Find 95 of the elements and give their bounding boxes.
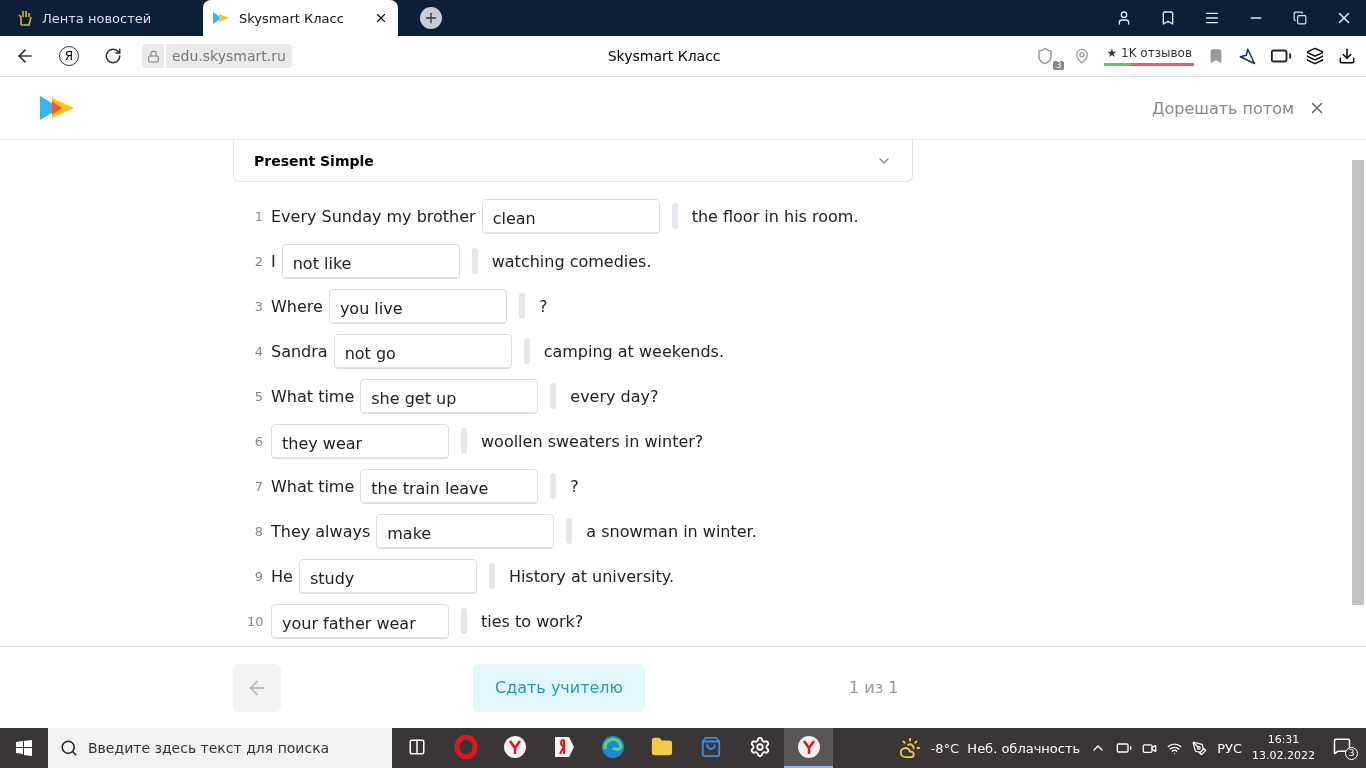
wifi-icon[interactable] (1167, 740, 1183, 756)
browser-tab[interactable]: Лента новостей (8, 0, 203, 36)
search-icon (60, 739, 78, 757)
answer-field[interactable]: your father wear (271, 603, 449, 639)
sentence-text: I (271, 251, 276, 271)
browser-tab[interactable]: Skysmart Класс (203, 0, 398, 36)
tag-logo-icon (552, 735, 575, 759)
answer-field[interactable]: you live (328, 288, 507, 324)
sentence-text: What time (271, 476, 355, 496)
shield-count: 3 (1053, 61, 1065, 70)
answer-field[interactable]: not go (333, 333, 512, 369)
row-number: 3 (253, 298, 263, 314)
play-logo-icon (40, 96, 74, 120)
browser-logo-icon (796, 735, 821, 759)
tab-title: Лента новостей (42, 10, 153, 26)
drag-handle[interactable] (471, 248, 478, 274)
sentence-text: ? (538, 296, 548, 316)
sentence-text: Every Sunday my brother (271, 206, 476, 226)
sentence-text: Where (271, 296, 323, 316)
folder-icon (650, 736, 673, 758)
drag-handle[interactable] (671, 203, 678, 229)
weather-icon[interactable] (898, 737, 921, 759)
plus-icon (423, 10, 439, 26)
scrollbar[interactable] (1352, 160, 1364, 605)
drag-handle[interactable] (488, 563, 495, 589)
page-counter: 1 из 1 (849, 678, 899, 697)
answer-field[interactable]: study (298, 558, 477, 594)
finish-later-link[interactable]: Дорешать потом (1152, 98, 1294, 118)
reviews-button[interactable]: ★ 1K отзывов (1104, 46, 1194, 66)
task-header[interactable]: Present Simple (233, 140, 913, 182)
sentence-text: They always (271, 521, 371, 541)
layers-icon[interactable] (1306, 47, 1324, 65)
sentence-text: woollen sweaters in winter? (481, 431, 704, 451)
row-number: 1 (253, 208, 263, 224)
battery-icon[interactable] (1116, 740, 1133, 756)
answer-field[interactable]: not like (281, 243, 460, 279)
language-indicator[interactable]: РУС (1217, 740, 1242, 756)
drag-handle[interactable] (550, 473, 557, 499)
play-logo-icon (213, 12, 229, 24)
new-tab-button[interactable] (420, 7, 442, 29)
sentence-text: every day? (570, 386, 659, 406)
search-field[interactable]: Введите здесь текст для поиска (48, 728, 392, 768)
date-text: 13.02.2022 (1252, 748, 1315, 764)
ring-logo-icon (453, 735, 478, 759)
row-number: 6 (253, 433, 263, 449)
row-number: 8 (253, 523, 263, 539)
answer-field[interactable]: make (376, 513, 555, 549)
download-icon[interactable] (1338, 47, 1356, 65)
drag-handle[interactable] (566, 518, 573, 544)
wave-circle-icon (600, 735, 625, 759)
sentence-text: History at university. (508, 566, 674, 586)
bookmark-icon[interactable] (1208, 48, 1224, 64)
time-text: 16:31 (1267, 732, 1300, 748)
sentence-text: the floor in his room. (691, 206, 859, 226)
drag-handle[interactable] (523, 338, 530, 364)
pen-icon[interactable] (1192, 740, 1208, 756)
answer-field[interactable]: the train leave (360, 468, 539, 504)
tab-title: Skysmart Класс (239, 10, 345, 26)
sentence-text: a snowman in winter. (586, 521, 757, 541)
address-field[interactable]: edu.skysmart.ru (166, 44, 292, 68)
clock[interactable]: 16:31 13.02.2022 (1252, 732, 1315, 764)
sentence-text: What time (271, 386, 355, 406)
row-number: 5 (253, 388, 263, 404)
weather-text[interactable]: -8°C Неб. облачность (930, 740, 1081, 756)
hand-icon (18, 10, 32, 26)
row-number: 4 (253, 343, 263, 359)
page-title: Skysmart Класс (606, 48, 722, 64)
sentence-text: He (271, 566, 293, 586)
drag-handle[interactable] (461, 428, 467, 454)
answer-field[interactable]: she get up (360, 378, 539, 414)
row-number: 10 (247, 613, 263, 629)
sentence-text: Sandra (271, 341, 328, 361)
sentence-text: watching comedies. (491, 251, 652, 271)
drag-handle[interactable] (461, 608, 467, 634)
cursor-icon[interactable] (1238, 47, 1256, 65)
row-number: 9 (253, 568, 263, 584)
answer-field[interactable]: they wear (271, 423, 449, 459)
drag-handle[interactable] (518, 293, 525, 319)
lock-icon[interactable] (142, 44, 164, 68)
taskbar-app[interactable] (784, 728, 833, 768)
browser-logo-icon (502, 735, 527, 759)
bag-icon (699, 736, 722, 758)
row-number: 2 (253, 253, 263, 269)
task-title: Present Simple (254, 152, 375, 169)
task-view-icon (407, 738, 426, 756)
close-icon[interactable] (374, 11, 388, 25)
sentence-text: camping at weekends. (543, 341, 724, 361)
location-icon[interactable] (1074, 48, 1091, 64)
row-number: 7 (253, 478, 263, 494)
notification-count: 3 (1345, 746, 1358, 760)
drag-handle[interactable] (550, 383, 557, 409)
sentence-text: ties to work? (481, 611, 584, 631)
sentence-text: ? (570, 476, 579, 496)
answer-field[interactable]: clean (481, 198, 660, 234)
settings-icon (748, 736, 771, 758)
